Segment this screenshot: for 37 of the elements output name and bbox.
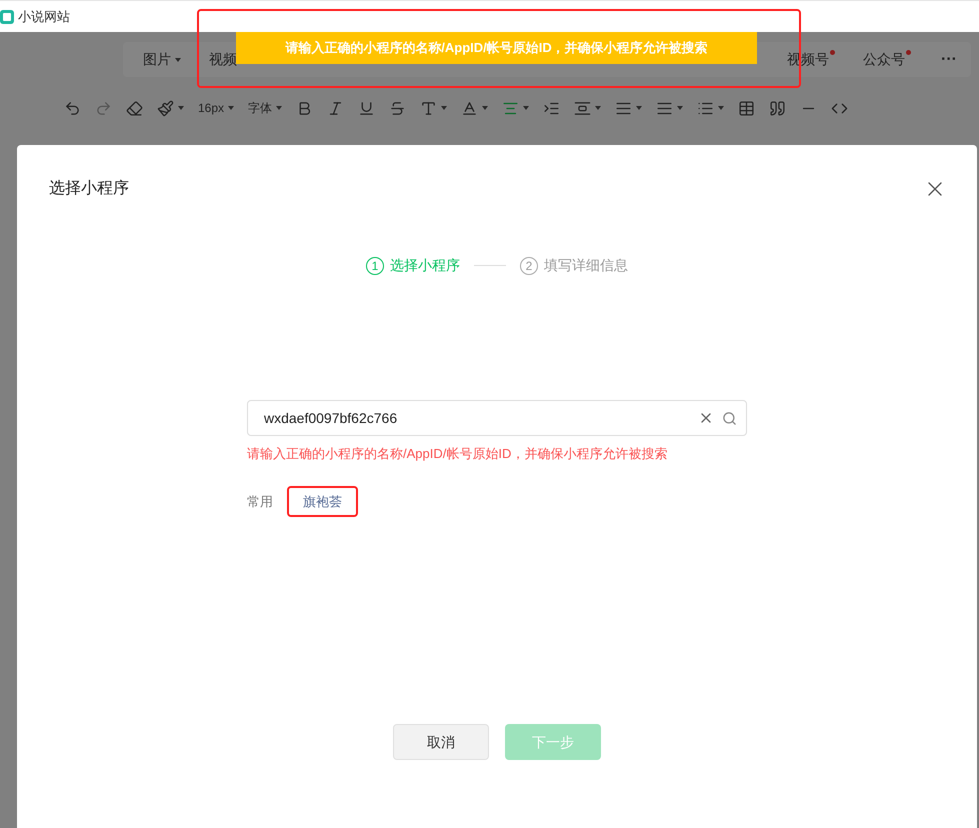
caret-icon [276,106,282,110]
dialog-title: 选择小程序 [49,178,129,199]
caret-icon [636,106,642,110]
more-button[interactable]: ··· [941,48,957,72]
caret-icon [718,106,724,110]
font-color-icon[interactable] [420,100,438,116]
brush-icon[interactable] [157,100,174,116]
search-field[interactable]: wxdaef0097bf62c766 [247,400,747,436]
caret-icon [175,58,181,62]
caret-icon [523,106,530,110]
search-icon[interactable] [722,410,737,426]
menu-item[interactable]: 图片 [143,49,181,70]
table-icon[interactable] [738,100,756,116]
menu-item[interactable]: 公众号 [863,49,912,70]
font-size-select[interactable]: 16px [198,99,224,117]
app-title: 小说网站 [18,8,70,26]
error-message: 请输入正确的小程序的名称/AppID/帐号原始ID，并确保小程序允许被搜索 [247,445,668,463]
quote-icon[interactable] [769,100,786,116]
strikethrough-icon[interactable] [389,100,406,116]
underline-icon[interactable] [358,100,376,116]
caret-icon [441,106,448,110]
highlight-icon[interactable] [461,100,478,116]
cancel-button[interactable]: 取消 [393,724,489,760]
caret-icon [178,106,184,110]
caret-icon [482,106,488,110]
step: 1 选择小程序 [366,255,460,276]
undo-icon[interactable] [64,100,81,116]
caret-icon [228,106,234,110]
mini-program-link[interactable]: 旗袍荟 [287,486,358,517]
spacing-icon[interactable] [574,100,592,116]
font-select[interactable]: 字体 [248,99,272,117]
caret-icon [595,106,602,110]
eraser-icon[interactable] [126,100,143,116]
common-label: 常用 [247,492,273,510]
toast: 请输入正确的小程序的名称/AppID/帐号原始ID，并确保小程序允许被搜索 [236,32,757,64]
caret-icon [677,106,684,110]
step: 2 填写详细信息 [520,255,628,276]
